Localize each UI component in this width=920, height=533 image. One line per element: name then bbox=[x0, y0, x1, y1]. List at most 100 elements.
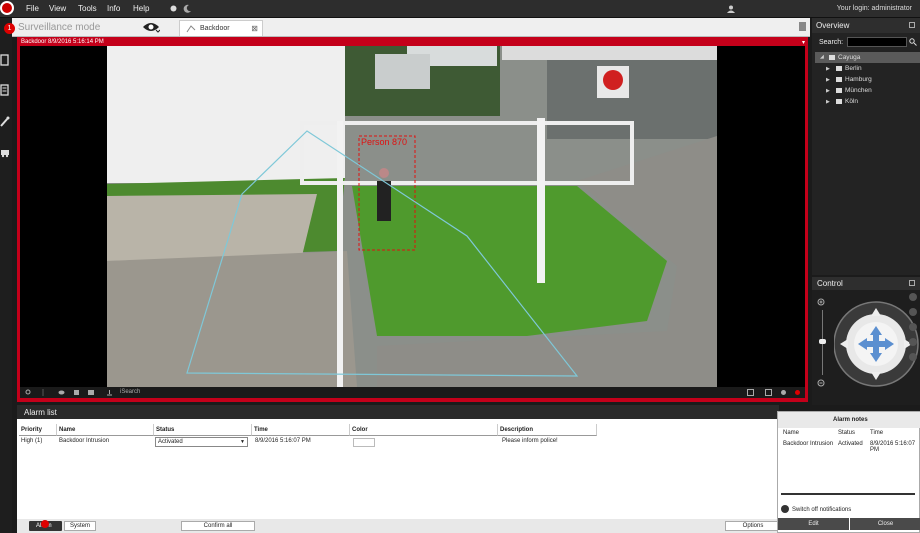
notes-column-name: Name bbox=[783, 430, 800, 436]
row-description: Please inform police! bbox=[502, 438, 558, 444]
ptz-control bbox=[812, 290, 920, 405]
menu-tools[interactable]: Tools bbox=[78, 4, 97, 13]
camera-view: Backdoor 8/9/2016 5:16:14 PM ▾ Person 87… bbox=[17, 37, 808, 402]
options-button[interactable]: Options bbox=[725, 521, 781, 531]
home-icon bbox=[829, 55, 835, 60]
notes-column-status: Status bbox=[838, 430, 856, 436]
home-icon bbox=[836, 77, 842, 82]
menu-info[interactable]: Info bbox=[107, 4, 120, 13]
notes-row-time: 8/9/2016 5:16:07 PM bbox=[870, 441, 916, 453]
home-icon bbox=[836, 88, 842, 93]
left-rail bbox=[0, 18, 12, 533]
close-button[interactable]: Close bbox=[850, 518, 920, 530]
vehicle-icon[interactable] bbox=[0, 146, 10, 158]
collapse-icon[interactable]: ◢ bbox=[820, 54, 824, 60]
tree-root[interactable]: ◢ Cayuga bbox=[815, 52, 920, 63]
chevron-down-icon: ▼ bbox=[240, 439, 245, 445]
alarm-list-footer: Alarm System Confirm all Options bbox=[17, 519, 781, 533]
monitor-icon[interactable] bbox=[0, 54, 10, 66]
overview-panel: Search: ◢ Cayuga ▶ Berlin ▶ Hamburg ▶ Münch… bbox=[812, 33, 920, 275]
alarm-list-header: Alarm list bbox=[17, 405, 779, 419]
search-icon[interactable] bbox=[909, 38, 917, 46]
column-time[interactable]: Time bbox=[252, 424, 350, 436]
alarm-notes-title: Alarm notes bbox=[833, 417, 868, 423]
control-title: Control bbox=[817, 279, 843, 288]
fullscreen-icon[interactable] bbox=[747, 389, 754, 396]
menu-view[interactable]: View bbox=[49, 4, 66, 13]
mode-title: Surveillance mode bbox=[18, 22, 101, 33]
zoom-icon[interactable] bbox=[25, 389, 32, 396]
eye-icon[interactable] bbox=[142, 21, 160, 33]
notes-divider bbox=[781, 493, 915, 495]
notes-row-status: Activated bbox=[838, 441, 863, 447]
app-logo bbox=[0, 1, 14, 15]
scroll-arrow-icon[interactable] bbox=[799, 22, 806, 31]
notification-badge[interactable]: 1 bbox=[4, 23, 15, 34]
camera-scene: Person 870 bbox=[107, 46, 717, 387]
alarm-notes-popup: Alarm notes Name Status Time Backdoor In… bbox=[777, 411, 920, 533]
zoom-in-icon[interactable] bbox=[817, 298, 827, 308]
switch-off-notifications[interactable]: Switch off notifications bbox=[781, 505, 851, 513]
search-label: Search: bbox=[819, 39, 844, 46]
column-status[interactable]: Status bbox=[154, 424, 252, 436]
menu-help[interactable]: Help bbox=[133, 4, 149, 13]
divider-icon bbox=[42, 389, 44, 396]
home-icon bbox=[836, 99, 842, 104]
alarm-count-badge bbox=[41, 520, 49, 528]
system-tab-button[interactable]: System bbox=[64, 521, 96, 531]
menu-bar: File View Tools Info Help Your login: ad… bbox=[0, 0, 920, 18]
color-swatch[interactable] bbox=[353, 438, 375, 447]
snapshot-icon[interactable] bbox=[73, 389, 80, 396]
row-time: 8/9/2016 5:16:07 PM bbox=[255, 438, 311, 444]
switch-off-label: Switch off notifications bbox=[792, 507, 852, 513]
camera-toolbar: iSearch bbox=[20, 387, 805, 398]
zoom-out-icon[interactable] bbox=[817, 379, 827, 389]
alarm-table: Priority Name Status Time Color Descript… bbox=[17, 419, 779, 519]
document-icon[interactable] bbox=[0, 84, 10, 96]
column-priority[interactable]: Priority bbox=[19, 424, 57, 436]
export-icon[interactable] bbox=[106, 389, 113, 396]
zoom-slider-thumb[interactable] bbox=[819, 339, 826, 344]
column-color[interactable]: Color bbox=[350, 424, 498, 436]
settings-icon[interactable] bbox=[780, 389, 787, 396]
confirm-all-button[interactable]: Confirm all bbox=[181, 521, 255, 531]
row-name: Backdoor Intrusion bbox=[59, 438, 110, 444]
ptz-side-buttons[interactable] bbox=[908, 292, 918, 372]
alarm-list-title: Alarm list bbox=[24, 408, 57, 417]
tree-root-label: Cayuga bbox=[829, 54, 860, 61]
brightness-icon[interactable] bbox=[169, 4, 178, 13]
menu-file[interactable]: File bbox=[26, 4, 39, 13]
alarm-notes-header: Alarm notes bbox=[778, 412, 920, 428]
control-header: Control bbox=[812, 277, 920, 290]
tools-icon[interactable] bbox=[0, 116, 10, 128]
camera-menu-icon[interactable]: ▾ bbox=[802, 39, 805, 46]
layout-icon[interactable] bbox=[765, 389, 772, 396]
camera-icon bbox=[186, 25, 196, 33]
status-dropdown[interactable]: Activated ▼ bbox=[155, 437, 248, 447]
isearch-label[interactable]: iSearch bbox=[120, 389, 140, 395]
notes-column-time: Time bbox=[870, 430, 884, 436]
overview-header: Overview bbox=[812, 18, 920, 33]
pin-icon[interactable] bbox=[909, 22, 915, 28]
row-priority: High (1) bbox=[21, 438, 43, 444]
column-description[interactable]: Description bbox=[498, 424, 597, 436]
pin-icon[interactable] bbox=[909, 280, 915, 286]
moon-icon[interactable] bbox=[183, 4, 192, 13]
chevron-down-icon bbox=[781, 505, 789, 513]
edit-button[interactable]: Edit bbox=[778, 518, 849, 530]
search-input[interactable] bbox=[847, 37, 907, 47]
notes-row-name: Backdoor Intrusion bbox=[783, 441, 834, 447]
view-icon[interactable] bbox=[58, 389, 65, 396]
video-feed[interactable]: Person 870 bbox=[20, 46, 805, 387]
mode-bar: 1 Surveillance mode Backdoor ⊠ bbox=[4, 18, 810, 37]
overview-title: Overview bbox=[816, 21, 850, 30]
login-status: Your login: administrator bbox=[836, 5, 912, 12]
camera-header: Backdoor 8/9/2016 5:16:14 PM bbox=[21, 39, 104, 45]
tab-label: Backdoor bbox=[200, 25, 230, 32]
close-icon[interactable]: ⊠ bbox=[251, 24, 258, 33]
home-icon bbox=[836, 66, 842, 71]
column-name[interactable]: Name bbox=[57, 424, 154, 436]
tab-backdoor[interactable]: Backdoor ⊠ bbox=[179, 20, 263, 36]
record-icon[interactable] bbox=[88, 389, 95, 396]
user-icon bbox=[727, 5, 735, 13]
